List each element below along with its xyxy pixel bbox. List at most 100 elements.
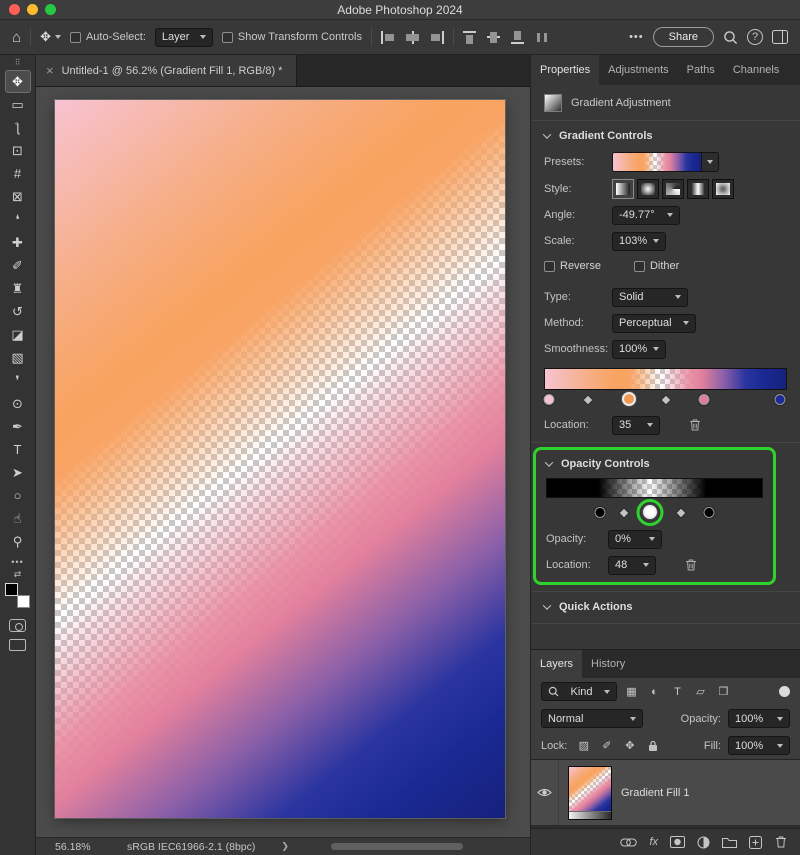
add-layer-mask-icon[interactable] [670,836,685,848]
gradient-controls-header[interactable]: Gradient Controls [531,121,800,148]
gradient-tool[interactable]: ▧ [5,346,31,369]
opacity-editor-bar[interactable] [546,478,763,498]
style-diamond-button[interactable] [712,178,734,199]
zoom-tool[interactable]: ⚲ [5,530,31,553]
filter-shape-layers-icon[interactable]: ▱ [692,685,709,698]
opacity-dropdown[interactable]: 0% [608,529,662,549]
layer-name[interactable]: Gradient Fill 1 [621,787,689,799]
swap-colors-icon[interactable]: ⇄ [14,569,22,581]
align-right-edges-button[interactable] [429,30,444,44]
opacity-stop-left[interactable] [594,507,606,518]
align-top-edges-button[interactable] [463,30,478,44]
style-reflected-button[interactable] [687,178,709,199]
edit-toolbar-button[interactable]: ••• [11,557,23,567]
fullscreen-window-button[interactable] [45,4,56,15]
new-group-icon[interactable] [722,836,737,848]
layer-row[interactable]: Gradient Fill 1 [531,760,800,826]
scale-dropdown[interactable]: 103% [612,231,666,251]
opacity-stop-right[interactable] [703,507,715,518]
align-horizontal-centers-button[interactable] [405,30,420,44]
new-layer-icon[interactable] [749,835,762,849]
layer-opacity-dropdown[interactable]: 100% [728,709,790,728]
show-transform-checkbox[interactable]: Show Transform Controls [221,31,362,43]
reverse-checkbox[interactable]: Reverse [544,260,601,272]
filter-smart-objects-icon[interactable]: ❐ [715,685,732,698]
lock-all-icon[interactable] [644,740,661,752]
close-tab-icon[interactable]: × [46,63,54,78]
midpoint-diamond[interactable] [661,395,670,405]
blur-tool[interactable]: ❜ [5,369,31,392]
quick-actions-header[interactable]: Quick Actions [531,592,800,619]
close-window-button[interactable] [9,4,20,15]
dodge-tool[interactable]: ⊙ [5,392,31,415]
dither-checkbox[interactable]: Dither [633,260,679,272]
path-selection-tool[interactable]: ➤ [5,461,31,484]
distribute-spacing-button[interactable] [535,31,550,44]
color-stop-navy[interactable] [774,394,786,405]
layer-visibility-toggle[interactable] [531,760,559,825]
delete-opacity-stop-button[interactable] [684,558,698,572]
method-dropdown[interactable]: Perceptual [612,313,696,333]
gradient-presets-dropdown[interactable] [612,151,719,172]
align-bottom-edges-button[interactable] [511,30,526,44]
history-brush-tool[interactable]: ↺ [5,300,31,323]
color-stop-pink[interactable] [698,394,710,405]
opacity-stop-selected[interactable] [643,505,658,519]
clone-stamp-tool[interactable]: ♜ [5,277,31,300]
document-tab[interactable]: × Untitled-1 @ 56.2% (Gradient Fill 1, R… [36,55,298,86]
gradient-editor-bar[interactable] [544,368,787,390]
lock-position-icon[interactable]: ✥ [621,739,638,752]
blend-mode-dropdown[interactable]: Normal [541,709,643,728]
home-icon[interactable]: ⌂ [12,29,21,46]
document-canvas[interactable] [55,100,505,818]
move-tool[interactable]: ✥ [4,70,31,93]
help-icon[interactable]: ? [747,29,763,45]
search-icon[interactable] [723,30,738,45]
pen-tool[interactable]: ✒ [5,415,31,438]
align-vertical-centers-button[interactable] [487,31,502,44]
filter-kind-dropdown[interactable]: Kind [541,682,617,701]
zoom-level[interactable]: 56.18% [55,841,113,853]
lasso-tool[interactable]: ƪ [5,116,31,139]
tab-layers[interactable]: Layers [531,650,583,678]
tab-properties[interactable]: Properties [531,55,600,85]
horizontal-scrollbar[interactable] [331,843,463,850]
color-location-dropdown[interactable]: 35 [612,415,660,435]
style-angle-button[interactable] [662,178,684,199]
auto-select-checkbox[interactable]: Auto-Select: [69,31,146,43]
lock-transparent-pixels-icon[interactable]: ▨ [575,739,592,752]
link-layers-icon[interactable] [620,838,638,847]
midpoint-diamond[interactable] [619,508,629,518]
brush-tool[interactable]: ✐ [5,254,31,277]
workspace-icon[interactable] [772,30,788,44]
filter-pixel-layers-icon[interactable]: ▦ [623,685,640,698]
eyedropper-tool[interactable]: ❛ [5,208,31,231]
tab-adjustments[interactable]: Adjustments [599,55,678,85]
tab-paths[interactable]: Paths [678,55,724,85]
style-radial-button[interactable] [637,178,659,199]
angle-dropdown[interactable]: -49.77° [612,205,680,225]
color-stop-orange[interactable] [622,392,637,406]
background-color-swatch[interactable] [17,595,30,608]
canvas-area[interactable] [36,87,530,837]
fill-dropdown[interactable]: 100% [728,736,790,755]
share-button[interactable]: Share [652,27,714,47]
opacity-controls-header[interactable]: Opacity Controls [536,452,773,473]
filter-type-layers-icon[interactable]: T [669,686,686,698]
new-adjustment-layer-icon[interactable] [697,836,710,849]
style-linear-button[interactable] [612,178,634,199]
opacity-location-dropdown[interactable]: 48 [608,555,656,575]
crop-tool[interactable]: # [5,162,31,185]
delete-color-stop-button[interactable] [688,418,702,432]
filter-adjustment-layers-icon[interactable]: ◐ [646,686,663,698]
tab-history[interactable]: History [582,650,634,678]
filter-toggle[interactable] [779,686,790,697]
healing-brush-tool[interactable]: ✚ [5,231,31,254]
layer-effects-icon[interactable]: fx [649,836,658,848]
auto-select-target-dropdown[interactable]: Layer [154,27,213,47]
minimize-window-button[interactable] [27,4,38,15]
frame-tool[interactable]: ⊠ [5,185,31,208]
midpoint-diamond[interactable] [583,395,592,405]
layer-thumbnail[interactable] [568,765,612,820]
quick-mask-button[interactable] [9,619,26,632]
